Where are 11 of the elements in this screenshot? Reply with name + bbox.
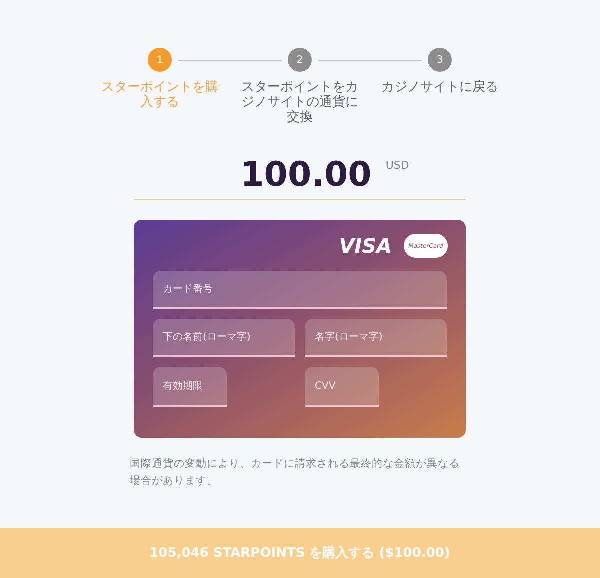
step-label: スターポイントをカジノサイトの通貨に交換 bbox=[240, 80, 360, 125]
step-label: カジノサイトに戻る bbox=[380, 80, 500, 95]
exchange-note: 国際通貨の変動により、カードに請求される最終的な金額が異なる場合があります。 bbox=[130, 457, 461, 489]
amount-value: 100.00 bbox=[240, 155, 372, 195]
step-number: 1 bbox=[148, 48, 172, 72]
currency-label: USD bbox=[386, 159, 410, 172]
buy-button[interactable]: 105,046 STARPOINTS を購入する ($100.00) bbox=[0, 528, 600, 578]
visa-logo: VISA bbox=[339, 234, 392, 258]
step-label: スターポイントを購入する bbox=[100, 80, 220, 110]
step-number: 2 bbox=[288, 48, 312, 72]
step-number: 3 bbox=[428, 48, 452, 72]
